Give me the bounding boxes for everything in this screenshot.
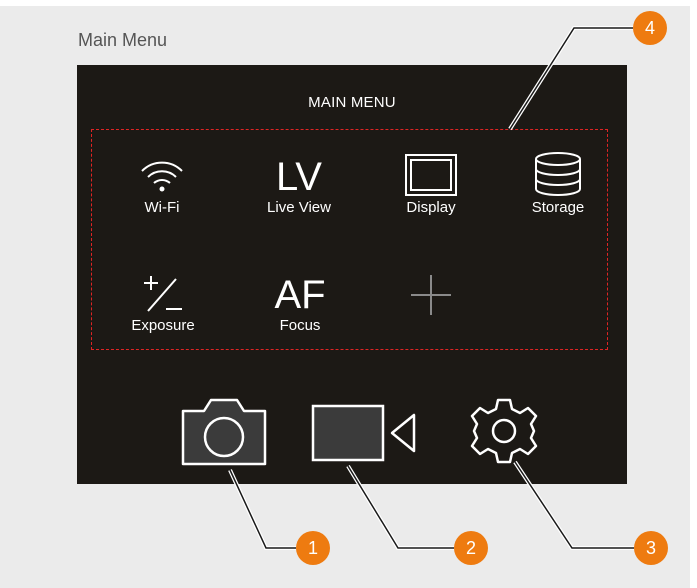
camera-icon[interactable] [180, 397, 268, 467]
callout-badge-4: 4 [633, 11, 667, 45]
video-camera-icon[interactable] [310, 403, 418, 463]
menu-item-add[interactable] [371, 269, 491, 317]
callout-badge-2: 2 [454, 531, 488, 565]
menu-item-live-view[interactable]: LV Live View [239, 151, 359, 216]
menu-item-wifi[interactable]: Wi-Fi [102, 151, 222, 216]
screen-title: MAIN MENU [308, 94, 396, 111]
callout-badge-3: 3 [634, 531, 668, 565]
display-icon [405, 154, 457, 196]
settings-gear-icon[interactable] [469, 396, 539, 466]
storage-icon [535, 152, 581, 196]
callout-badge-1: 1 [296, 531, 330, 565]
menu-item-focus[interactable]: AF Focus [240, 269, 360, 334]
menu-item-label: Live View [267, 199, 331, 216]
menu-item-label: Display [406, 199, 456, 216]
focus-icon: AF [274, 273, 326, 317]
menu-item-label: Exposure [131, 317, 195, 334]
camera-screen: MAIN MENU Wi-Fi LV Live View Display Sto… [77, 65, 627, 484]
menu-item-label: Wi-Fi [144, 199, 180, 216]
panel-title: Main Menu [78, 30, 168, 50]
menu-item-display[interactable]: Display [371, 151, 491, 216]
exposure-icon [144, 276, 182, 312]
menu-item-storage[interactable]: Storage [498, 151, 618, 216]
menu-item-label: Storage [531, 199, 585, 216]
live-view-icon: LV [276, 155, 322, 199]
menu-item-label: Focus [279, 317, 321, 334]
add-icon [411, 275, 451, 315]
menu-item-exposure[interactable]: Exposure [103, 269, 223, 334]
bottom-mode-bar [77, 390, 627, 470]
wifi-icon [141, 161, 183, 192]
